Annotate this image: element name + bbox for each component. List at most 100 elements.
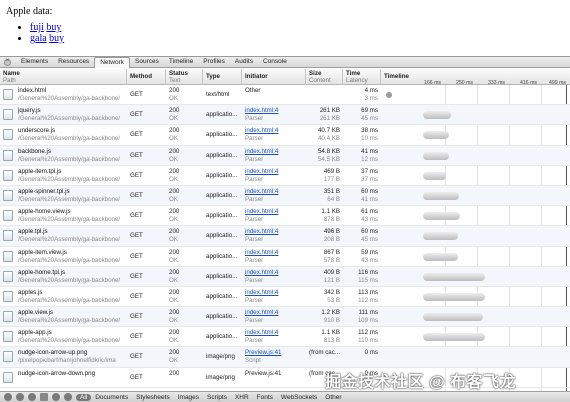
request-time: 0 ms xyxy=(364,349,378,357)
request-initiator[interactable]: index.html:4 xyxy=(245,148,278,155)
column-timeline-header[interactable]: Timeline xyxy=(381,69,570,85)
request-initiator-type: Parser xyxy=(245,135,264,143)
request-name-cell: apples.js/General%20Assembly/ga-backbone… xyxy=(0,287,127,307)
request-row[interactable]: apple.view.js/General%20Assembly/ga-back… xyxy=(0,307,570,328)
column-method-header[interactable]: Method xyxy=(127,69,166,85)
column-name-header[interactable]: Name Path xyxy=(0,69,127,85)
buy-link[interactable]: buy xyxy=(46,22,61,33)
request-name-cell: nudge-icon-arrow-up.png/pixelpopicbarf/h… xyxy=(0,347,127,367)
request-initiator-cell: index.html:4 Parser xyxy=(242,146,306,166)
request-name: apple-spinner.tpl.js xyxy=(18,187,70,195)
request-name-text: apple-item.view.js/General%20Assembly/ga… xyxy=(18,249,127,265)
file-icon xyxy=(3,351,13,363)
close-icon[interactable] xyxy=(4,57,11,66)
request-method: GET xyxy=(130,131,143,139)
request-path: /General%20Assembly/ga-backbone/ xyxy=(18,236,121,244)
request-size: 1.1 KB xyxy=(321,208,340,216)
filter-websockets[interactable]: WebSockets xyxy=(277,394,321,401)
filter-documents[interactable]: Documents xyxy=(91,394,132,401)
tab-profiles[interactable]: Profiles xyxy=(198,57,230,67)
request-status-text: OK xyxy=(169,115,178,123)
request-method: GET xyxy=(130,151,143,159)
request-initiator[interactable]: Preview.js:41 xyxy=(245,349,281,356)
request-time-cell: 111 ms 109 ms xyxy=(343,307,381,327)
request-row[interactable]: apple-item.tpl.js/General%20Assembly/ga-… xyxy=(0,166,570,186)
request-timeline-cell xyxy=(381,327,570,347)
record-icon[interactable] xyxy=(52,393,60,401)
request-row[interactable]: backbone.js/General%20Assembly/ga-backbo… xyxy=(0,145,570,166)
column-time-header[interactable]: Time Latency xyxy=(343,69,381,85)
request-status: 200 xyxy=(169,268,180,276)
filter-other[interactable]: Other xyxy=(321,394,345,401)
settings-icon[interactable] xyxy=(64,393,72,401)
request-status-cell: 200 OK xyxy=(166,307,203,327)
request-row[interactable]: apple-app.js/General%20Assembly/ga-backb… xyxy=(0,327,570,348)
file-icon xyxy=(3,210,13,222)
request-initiator[interactable]: index.html:4 xyxy=(245,168,278,175)
request-row[interactable]: nudge-icon-arrow-up.png/pixelpopicbarf/h… xyxy=(0,347,570,368)
dock-icon[interactable] xyxy=(4,393,12,401)
request-name-cell: apple-app.js/General%20Assembly/ga-backb… xyxy=(0,327,127,347)
tab-resources[interactable]: Resources xyxy=(53,57,94,67)
timeline-bar xyxy=(423,232,458,241)
tab-audits[interactable]: Audits xyxy=(230,57,258,67)
apple-name-link[interactable]: gala xyxy=(30,33,47,44)
request-initiator[interactable]: index.html:4 xyxy=(245,127,278,134)
request-row[interactable]: apple-home.view.js/General%20Assembly/ga… xyxy=(0,206,570,227)
request-initiator[interactable]: index.html:4 xyxy=(245,208,278,215)
request-row[interactable]: apple-item.view.js/General%20Assembly/ga… xyxy=(0,247,570,267)
column-size-header[interactable]: Size Content xyxy=(306,69,343,85)
request-initiator[interactable]: index.html:4 xyxy=(245,188,278,195)
request-initiator-type: Parser xyxy=(245,256,264,264)
column-status-header[interactable]: Status Text xyxy=(166,69,203,85)
request-row[interactable]: apple-home.tpl.js/General%20Assembly/ga-… xyxy=(0,266,570,287)
file-icon xyxy=(3,311,13,323)
tab-console[interactable]: Console xyxy=(258,57,292,67)
request-row[interactable]: apple.tpl.js/General%20Assembly/ga-backb… xyxy=(0,226,570,247)
request-initiator[interactable]: index.html:4 xyxy=(245,309,278,316)
column-initiator-header[interactable]: Initiator xyxy=(242,69,306,85)
request-path: /pixelpopicbarf/hamjohnelfidk/ic/ima xyxy=(18,357,116,365)
tab-elements[interactable]: Elements xyxy=(16,57,53,67)
request-initiator[interactable]: index.html:4 xyxy=(245,329,278,336)
file-icon xyxy=(3,331,13,343)
request-initiator[interactable]: index.html:4 xyxy=(245,289,278,296)
tab-sources[interactable]: Sources xyxy=(130,57,164,67)
request-size-content: 121 B xyxy=(323,276,340,284)
request-row[interactable]: apple-spinner.tpl.js/General%20Assembly/… xyxy=(0,185,570,207)
filter-scripts[interactable]: Scripts xyxy=(203,394,231,401)
filter-xhr[interactable]: XHR xyxy=(231,394,253,401)
request-initiator[interactable]: index.html:4 xyxy=(245,269,278,276)
request-status-text: OK xyxy=(169,236,178,244)
filter-images[interactable]: Images xyxy=(174,394,203,401)
clear-icon[interactable] xyxy=(40,393,48,401)
request-row[interactable]: jquery.js/General%20Assembly/ga-backbone… xyxy=(0,105,570,126)
search-icon[interactable] xyxy=(28,393,36,401)
tab-network[interactable]: Network xyxy=(94,56,131,68)
request-path: /General%20Assembly/ga-backbone/ xyxy=(18,155,121,163)
request-row[interactable]: underscore.js/General%20Assembly/ga-back… xyxy=(0,125,570,146)
request-name-text: apple-spinner.tpl.js/General%20Assembly/… xyxy=(18,188,127,204)
request-time: 38 ms xyxy=(361,127,378,135)
buy-link[interactable]: buy xyxy=(49,33,64,44)
request-initiator[interactable]: index.html:4 xyxy=(245,249,278,256)
column-type-header[interactable]: Type xyxy=(203,69,242,85)
request-initiator[interactable]: index.html:4 xyxy=(245,107,278,114)
tab-timeline[interactable]: Timeline xyxy=(164,57,198,67)
request-size-content: 53 B xyxy=(327,296,340,304)
request-initiator-cell: Preview.js:41 Script xyxy=(242,347,306,367)
request-size-content: 813 B xyxy=(323,337,340,345)
console-icon[interactable] xyxy=(16,393,24,401)
request-method: GET xyxy=(130,111,143,119)
filter-stylesheets[interactable]: Stylesheets xyxy=(132,394,174,401)
request-row[interactable]: apples.js/General%20Assembly/ga-backbone… xyxy=(0,287,570,308)
request-row[interactable]: index.html/General%20Assembly/ga-backbon… xyxy=(0,85,570,106)
request-initiator: Other xyxy=(245,87,261,94)
request-initiator[interactable]: index.html:4 xyxy=(245,228,278,235)
request-name: underscore.js xyxy=(18,127,56,135)
apple-name-link[interactable]: fuji xyxy=(30,22,44,33)
filter-fonts[interactable]: Fonts xyxy=(253,394,277,401)
filter-all[interactable]: All xyxy=(76,393,92,401)
request-type: applicatio... xyxy=(206,292,238,300)
file-icon xyxy=(3,129,13,141)
